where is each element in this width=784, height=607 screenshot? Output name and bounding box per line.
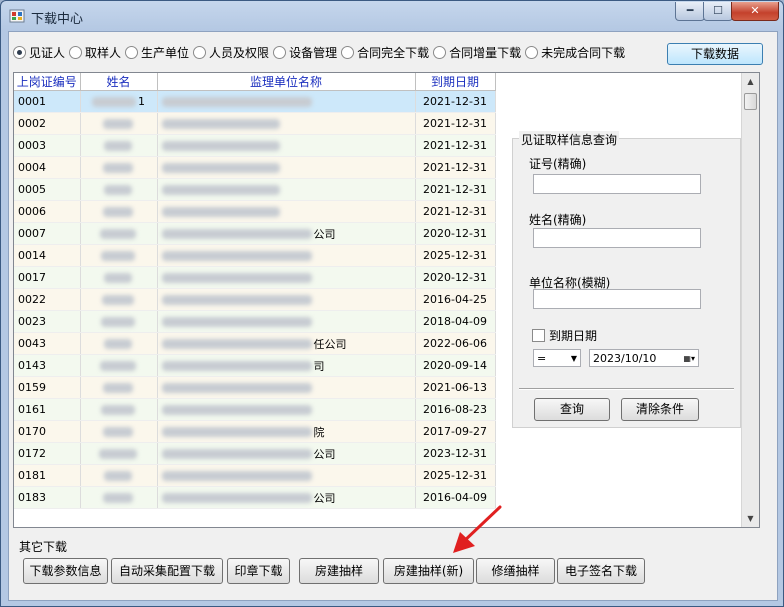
annotation-arrow bbox=[453, 505, 502, 553]
